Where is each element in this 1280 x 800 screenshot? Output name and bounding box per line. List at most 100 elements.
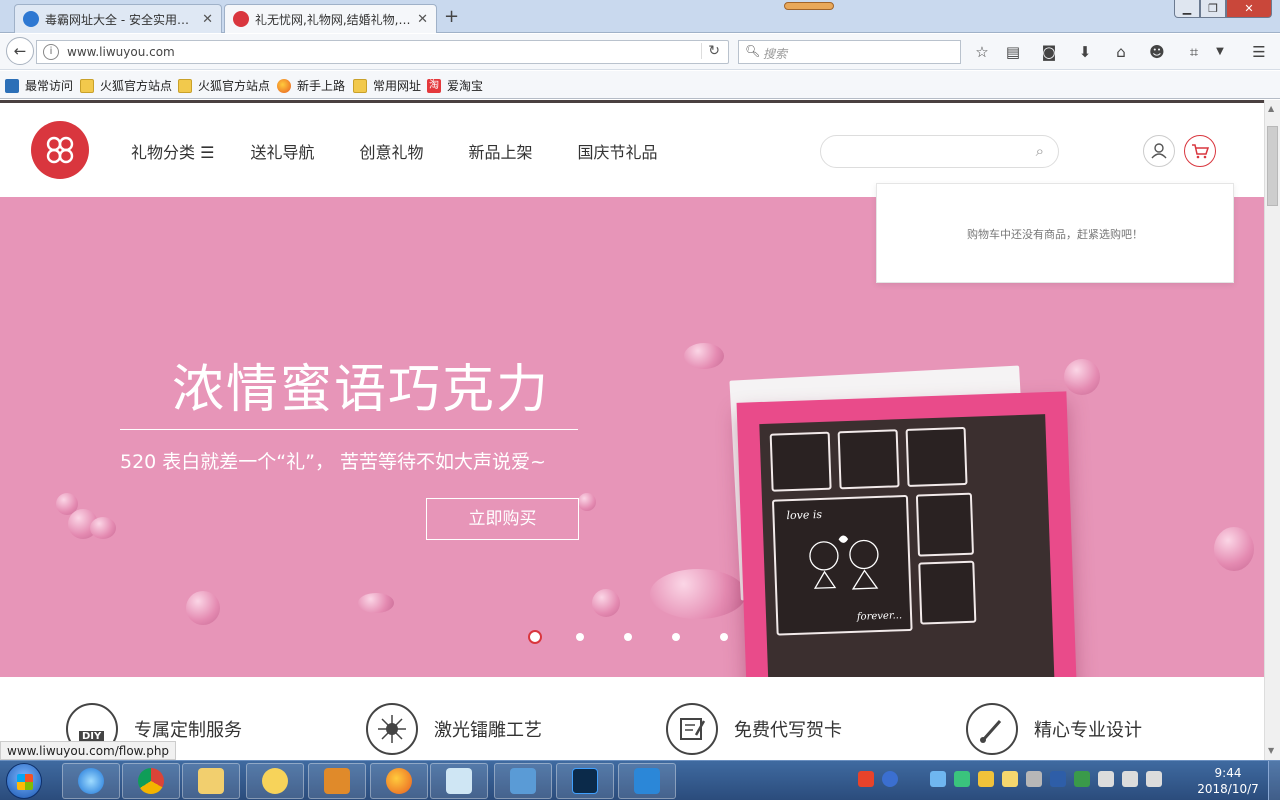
carousel-dot[interactable] [720,633,728,641]
decor-bubble [90,517,116,539]
reload-icon[interactable]: ↻ [701,43,720,59]
feature-label: 激光镭雕工艺 [434,720,542,741]
feature-laser[interactable]: 激光镭雕工艺 [366,703,542,755]
taskbar-explorer[interactable] [182,763,240,799]
url-text[interactable]: www.liwuyou.com [67,45,175,59]
bookmark-label: 最常访问 [25,79,74,93]
clock-date: 2018/10/7 [1197,782,1259,796]
scroll-up-icon[interactable]: ▲ [1268,104,1274,113]
carousel-dot[interactable] [624,633,632,641]
menu-icon[interactable]: ☰ [1249,42,1269,62]
sogou-icon[interactable] [858,771,874,787]
tray-app-icon[interactable] [1026,771,1042,787]
network-icon[interactable] [1098,771,1114,787]
system-clock[interactable]: 9:44 2018/10/7 [1196,765,1260,797]
user-account-button[interactable] [1143,135,1175,167]
decor-bubble [358,593,394,613]
duba-favicon-icon [23,11,39,27]
folder-icon [80,78,94,93]
download-icon[interactable]: ⬇ [1075,42,1095,62]
nav-gift-categories[interactable]: 礼物分类 ☰ [131,139,214,163]
feature-card-writing[interactable]: 免费代写贺卡 [666,703,842,755]
close-window-button[interactable]: ✕ [1226,0,1272,18]
site-info-icon[interactable]: i [43,44,59,60]
chocolate-piece [769,431,832,492]
feature-design[interactable]: 精心专业设计 [966,703,1142,755]
banner-subtitle: 520 表白就差一个“礼”， 苦苦等待不如大声说爱~ [120,451,546,473]
search-icon[interactable]: ⌕ [1036,142,1044,160]
home-icon[interactable]: ⌂ [1111,42,1131,62]
tray-app-icon[interactable] [954,771,970,787]
nav-new-arrivals[interactable]: 新品上架 [468,139,532,163]
bookmark-getting-started[interactable]: 新手上路 [277,77,345,94]
carousel-dot[interactable] [672,633,680,641]
browser-search-input[interactable]: 🔍︎ 搜索 [738,40,961,64]
firefox-icon [386,768,412,794]
site-logo[interactable] [31,121,89,179]
tray-expand-icon[interactable] [906,771,922,787]
tab-liwuyou[interactable]: 礼无忧网,礼物网,结婚礼物,… ✕ [224,4,437,33]
monitor-icon[interactable] [1122,771,1138,787]
volume-muted-icon[interactable] [1146,771,1162,787]
feature-label: 精心专业设计 [1034,720,1142,741]
tray-app-icon[interactable] [1002,771,1018,787]
taskbar-chrome[interactable] [122,763,180,799]
tray-app-icon[interactable] [978,771,994,787]
new-tab-button[interactable]: + [444,6,459,27]
note-pen-icon [680,718,706,740]
taskbar-notepad[interactable] [430,763,488,799]
site-search-input[interactable]: ⌕ [820,135,1059,168]
bookmark-most-visited[interactable]: 最常访问 [5,77,73,94]
chocolate-piece [905,426,968,487]
nav-gift-guide[interactable]: 送礼导航 [250,139,314,163]
tab-duba[interactable]: 毒霸网址大全 - 安全实用… ✕ [14,4,222,33]
bookmark-star-icon[interactable]: ☆ [972,42,992,62]
page-scrollbar[interactable]: ▲ ▼ [1264,100,1280,760]
start-button[interactable] [6,763,42,799]
tab-title: 礼无忧网,礼物网,结婚礼物,… [255,12,411,27]
choc-text: love is [786,507,823,523]
bluetooth-icon[interactable] [1050,771,1066,787]
minimize-button[interactable]: ▁ [1174,0,1200,18]
reading-list-icon[interactable]: ▤ [1003,42,1023,62]
bookmark-aitaobao[interactable]: 淘 爱淘宝 [427,77,483,94]
bookmark-common-sites[interactable]: 常用网址 [353,77,421,94]
tray-app-icon[interactable] [930,771,946,787]
folder-icon [198,768,224,794]
cart-button[interactable] [1184,135,1216,167]
nav-national-day-gifts[interactable]: 国庆节礼品 [577,139,657,163]
bookmark-firefox-site-2[interactable]: 火狐官方站点 [178,77,270,94]
taskbar-firefox[interactable] [370,763,428,799]
scrollbar-thumb[interactable] [1267,126,1278,206]
maximize-button[interactable]: ❐ [1200,0,1226,18]
buy-now-button[interactable]: 立即购买 [426,498,579,540]
pocket-icon[interactable]: ◙ [1039,42,1059,62]
emoji-icon[interactable]: ☻ [1147,42,1167,62]
url-bar[interactable]: i www.liwuyou.com ↻ [36,40,729,64]
screenshot-icon[interactable]: ⌗ [1184,42,1204,62]
firefox-icon [277,78,291,93]
taskbar-photoshop[interactable] [556,763,614,799]
wps-icon [634,768,660,794]
bookmark-firefox-site-1[interactable]: 火狐官方站点 [80,77,172,94]
taskbar-ie[interactable] [62,763,120,799]
show-desktop-button[interactable] [1268,761,1280,800]
scroll-down-icon[interactable]: ▼ [1268,746,1274,755]
chocolate-piece-large: love is forever... [771,494,913,636]
help-icon[interactable] [882,771,898,787]
taskbar-wps[interactable] [618,763,676,799]
taskbar-chat[interactable] [246,763,304,799]
search-icon: 🔍︎ [745,44,761,58]
taskbar-photos[interactable] [494,763,552,799]
back-button[interactable]: ← [6,37,34,65]
carousel-dot[interactable] [576,633,584,641]
cart-empty-message: 购物车中还没有商品，赶紧选购吧！ [967,228,1143,241]
choc-text: forever... [856,610,903,623]
dropdown-arrow-icon[interactable]: ▼ [1210,42,1230,62]
taskbar-sublime[interactable] [308,763,366,799]
tab-close-icon[interactable]: ✕ [202,12,213,27]
nav-creative-gifts[interactable]: 创意礼物 [359,139,423,163]
tab-close-icon[interactable]: ✕ [417,12,428,27]
security-icon[interactable] [1074,771,1090,787]
carousel-dot[interactable] [528,630,542,644]
